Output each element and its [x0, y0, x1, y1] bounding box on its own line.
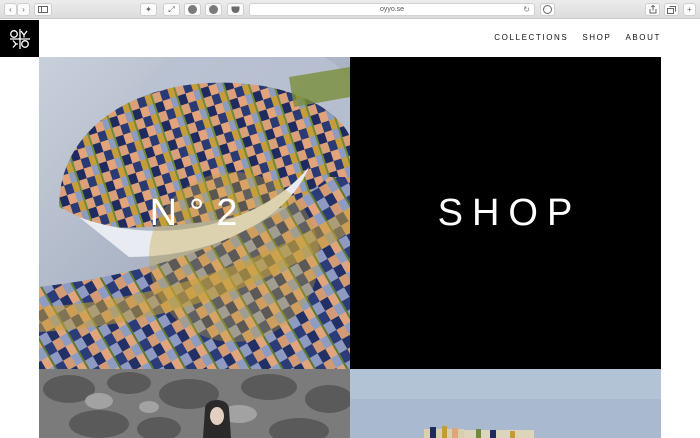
share-button[interactable]	[645, 3, 660, 16]
url-text: oyyo.se	[379, 6, 405, 13]
portrait-photo	[39, 369, 350, 438]
nav-collections[interactable]: COLLECTIONS	[494, 33, 568, 42]
share-icon	[649, 5, 656, 14]
shop-title: SHOP	[437, 191, 582, 234]
blanket-photo	[350, 369, 661, 438]
sidebar-icon	[38, 6, 48, 13]
pocket-icon	[231, 6, 240, 13]
oyyo-logo	[9, 28, 30, 49]
tabs-icon	[667, 5, 676, 14]
forward-button[interactable]: ›	[17, 3, 30, 16]
fullscreen-icon: ⤢	[168, 4, 175, 14]
reload-icon[interactable]: ↻	[523, 5, 530, 14]
sidebar-button[interactable]	[34, 3, 52, 16]
address-bar[interactable]: oyyo.se ↻	[249, 3, 535, 16]
pinterest-button[interactable]	[205, 3, 222, 16]
collection-tile[interactable]: N°2	[39, 57, 350, 369]
new-tab-button[interactable]: +	[683, 3, 696, 16]
main-nav: COLLECTIONS SHOP ABOUT	[494, 33, 661, 42]
extension-icon: ✦	[145, 4, 152, 14]
back-icon: ‹	[9, 4, 12, 14]
back-button[interactable]: ‹	[4, 3, 17, 16]
shop-tile[interactable]: SHOP	[350, 57, 661, 369]
site-logo[interactable]	[0, 20, 39, 57]
tabs-button[interactable]	[664, 3, 679, 16]
about-photo-tile[interactable]	[39, 369, 350, 438]
info-icon	[543, 5, 552, 14]
info-button[interactable]	[540, 3, 555, 16]
circle-extension-button[interactable]	[184, 3, 201, 16]
nav-shop[interactable]: SHOP	[582, 33, 611, 42]
fullscreen-button[interactable]: ⤢	[163, 3, 180, 16]
extension-button[interactable]: ✦	[140, 3, 157, 16]
pocket-button[interactable]	[227, 3, 244, 16]
forward-icon: ›	[22, 4, 25, 14]
browser-toolbar: ‹ › ✦ ⤢ oyyo.se ↻ +	[0, 0, 700, 19]
new-tab-icon: +	[687, 4, 692, 14]
collection-title: N°2	[149, 191, 250, 234]
pinterest-icon	[209, 5, 218, 14]
circle-icon	[188, 5, 197, 14]
outdoor-photo-tile[interactable]	[350, 369, 661, 438]
nav-about[interactable]: ABOUT	[625, 33, 661, 42]
